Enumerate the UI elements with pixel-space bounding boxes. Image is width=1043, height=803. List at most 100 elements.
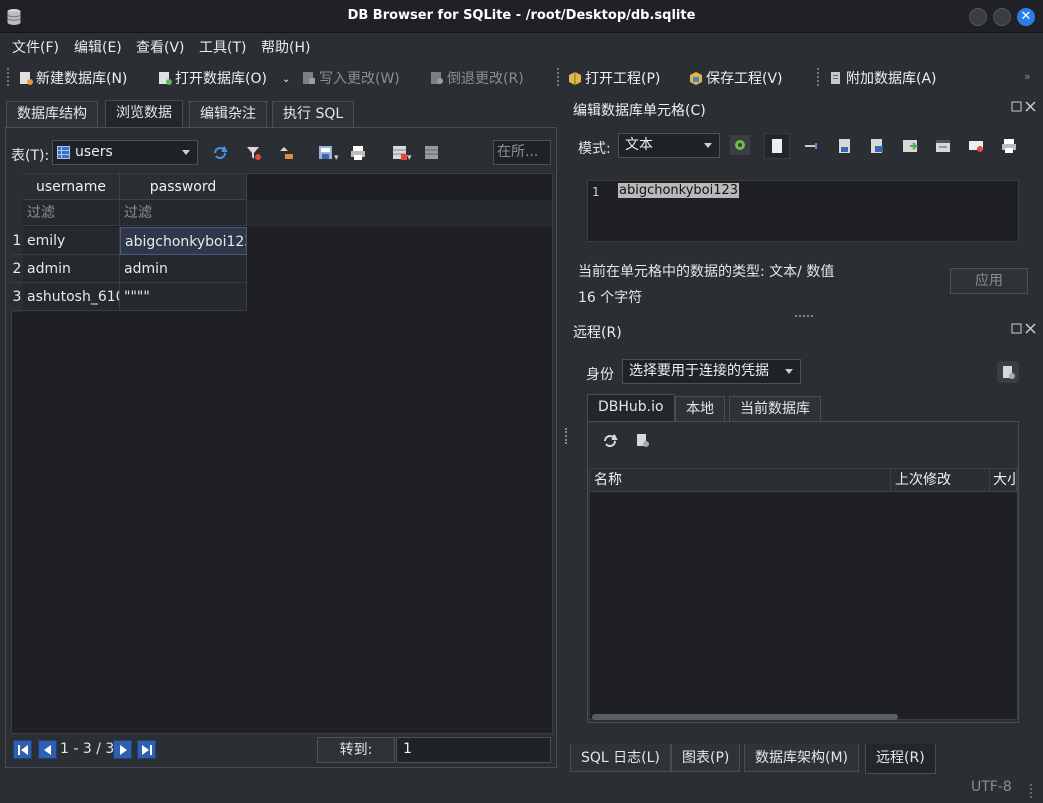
- print-cell-icon[interactable]: [1001, 138, 1017, 154]
- open-project-button[interactable]: 打开工程(P): [568, 68, 660, 88]
- insert-record-dropdown-icon[interactable]: ▾: [407, 153, 412, 163]
- table-select-value: users: [75, 144, 113, 160]
- mode-select[interactable]: 文本: [618, 133, 720, 158]
- clear-sort-icon[interactable]: [279, 145, 295, 161]
- toolbar-grip-2[interactable]: [557, 68, 561, 86]
- table-cell-password-selected[interactable]: abigchonkyboi123: [120, 227, 247, 255]
- toolbar-overflow-icon[interactable]: »: [1024, 70, 1031, 83]
- attach-database-button[interactable]: 附加数据库(A): [829, 68, 937, 88]
- editor-selected-text[interactable]: abigchonkyboi123: [618, 183, 740, 198]
- attach-database-label: 附加数据库(A): [846, 71, 937, 87]
- open-in-app-icon[interactable]: [935, 138, 951, 154]
- cell-editor[interactable]: 1 abigchonkyboi123: [587, 180, 1019, 242]
- bottom-tab-sql-log[interactable]: SQL 日志(L): [570, 744, 671, 772]
- last-record-button[interactable]: [137, 740, 156, 759]
- vertical-splitter-handle[interactable]: [565, 428, 567, 444]
- row-number[interactable]: 1: [11, 227, 23, 255]
- filter-all-input[interactable]: 在所...: [493, 140, 551, 165]
- insert-record-icon[interactable]: [392, 145, 408, 161]
- apply-button[interactable]: 应用: [950, 268, 1028, 294]
- row-number[interactable]: 2: [11, 255, 23, 283]
- remote-refresh-icon[interactable]: [602, 433, 618, 449]
- mode-select-value: 文本: [625, 137, 653, 153]
- text-cursor-icon[interactable]: [803, 138, 819, 154]
- column-header-username[interactable]: username: [23, 174, 120, 200]
- first-record-button[interactable]: [13, 740, 32, 759]
- resize-grip[interactable]: [1030, 784, 1040, 798]
- export-file-icon[interactable]: [869, 138, 885, 154]
- import-file-icon[interactable]: [837, 138, 853, 154]
- filter-input-password[interactable]: 过滤: [120, 200, 247, 226]
- remote-file-list: [589, 468, 1018, 720]
- delete-record-icon[interactable]: [424, 145, 440, 161]
- menu-tools[interactable]: 工具(T): [199, 37, 246, 57]
- filter-input-username[interactable]: 过滤: [23, 200, 120, 226]
- save-table-dropdown-icon[interactable]: ▾: [334, 153, 339, 163]
- tab-execute-sql[interactable]: 执行 SQL: [272, 101, 355, 128]
- menu-edit[interactable]: 编辑(E): [74, 37, 122, 57]
- remote-panel-float-close-icon[interactable]: [1011, 323, 1037, 335]
- remote-tab-dbhub[interactable]: DBHub.io: [587, 394, 675, 422]
- remote-column-size[interactable]: 大小: [990, 469, 1017, 492]
- new-database-icon: [20, 72, 33, 85]
- clear-filters-icon[interactable]: [246, 145, 262, 161]
- identity-settings-icon[interactable]: [997, 361, 1019, 383]
- open-database-dropdown-icon[interactable]: ⌄: [282, 74, 290, 85]
- cell-char-count: 16 个字符: [578, 290, 643, 306]
- save-project-button[interactable]: 保存工程(V): [689, 68, 783, 88]
- close-button[interactable]: ✕: [1017, 8, 1035, 26]
- write-changes-icon: [303, 72, 315, 84]
- column-header-password[interactable]: password: [120, 174, 247, 200]
- remote-list-horizontal-scrollbar[interactable]: [592, 714, 898, 720]
- remote-column-last-modified[interactable]: 上次修改: [891, 469, 990, 492]
- write-changes-button[interactable]: 写入更改(W): [302, 68, 400, 88]
- open-database-button[interactable]: 打开数据库(O): [158, 68, 267, 88]
- main-toolbar: 新建数据库(N) 打开数据库(O) ⌄ 写入更改(W) 倒退更改(R) 打开工程…: [0, 62, 1043, 94]
- remote-column-name[interactable]: 名称: [590, 469, 891, 492]
- open-project-icon: [569, 72, 581, 85]
- toolbar-grip[interactable]: [7, 68, 11, 86]
- filter-row-filler: [247, 200, 552, 227]
- remote-tab-local[interactable]: 本地: [675, 396, 725, 422]
- bottom-tab-plot[interactable]: 图表(P): [671, 744, 741, 772]
- menu-view[interactable]: 查看(V): [136, 37, 185, 57]
- table-cell-username[interactable]: admin: [23, 255, 120, 283]
- remote-tab-current-db[interactable]: 当前数据库: [729, 396, 821, 422]
- tab-browse-data[interactable]: 浏览数据: [105, 100, 183, 128]
- remote-clone-icon[interactable]: [635, 433, 651, 449]
- bottom-tab-db-schema[interactable]: 数据库架构(M): [744, 744, 860, 772]
- goto-button[interactable]: 转到:: [317, 737, 395, 763]
- horizontal-splitter-handle[interactable]: [795, 315, 813, 317]
- table-cell-password[interactable]: admin: [120, 255, 247, 283]
- minimize-button[interactable]: [969, 8, 987, 26]
- table-cell-username[interactable]: ashutosh_610: [23, 283, 120, 311]
- bottom-tab-remote[interactable]: 远程(R): [865, 744, 936, 774]
- menu-file[interactable]: 文件(F): [12, 37, 59, 57]
- goto-input[interactable]: 1: [396, 737, 551, 763]
- maximize-button[interactable]: [993, 8, 1011, 26]
- tab-edit-pragmas[interactable]: 编辑杂注: [189, 101, 267, 128]
- table-cell-username[interactable]: emily: [23, 227, 120, 255]
- new-database-button[interactable]: 新建数据库(N): [19, 68, 127, 88]
- revert-changes-button[interactable]: 倒退更改(R): [430, 68, 524, 88]
- chevron-down-icon: [704, 143, 712, 148]
- menu-bar: 文件(F) 编辑(E) 查看(V) 工具(T) 帮助(H): [0, 33, 1043, 59]
- previous-record-button[interactable]: [38, 740, 57, 759]
- encoding-indicator: UTF-8: [971, 779, 1012, 795]
- refresh-icon[interactable]: [212, 145, 228, 161]
- clear-cell-icon[interactable]: [968, 138, 984, 154]
- table-select[interactable]: users: [52, 140, 198, 165]
- set-null-icon[interactable]: [902, 138, 918, 154]
- table-cell-password[interactable]: """": [120, 283, 247, 311]
- menu-help[interactable]: 帮助(H): [261, 37, 310, 57]
- word-wrap-icon[interactable]: [764, 133, 790, 159]
- save-table-icon[interactable]: [318, 145, 334, 161]
- next-record-button[interactable]: [113, 740, 132, 759]
- auto-format-gear-icon[interactable]: [730, 135, 750, 155]
- row-number[interactable]: 3: [11, 283, 23, 311]
- print-icon[interactable]: [350, 145, 366, 161]
- tab-database-structure[interactable]: 数据库结构: [6, 101, 98, 128]
- panel-float-close-icon[interactable]: [1011, 101, 1037, 113]
- identity-select[interactable]: 选择要用于连接的凭据: [622, 359, 801, 384]
- toolbar-grip-3[interactable]: [817, 68, 821, 86]
